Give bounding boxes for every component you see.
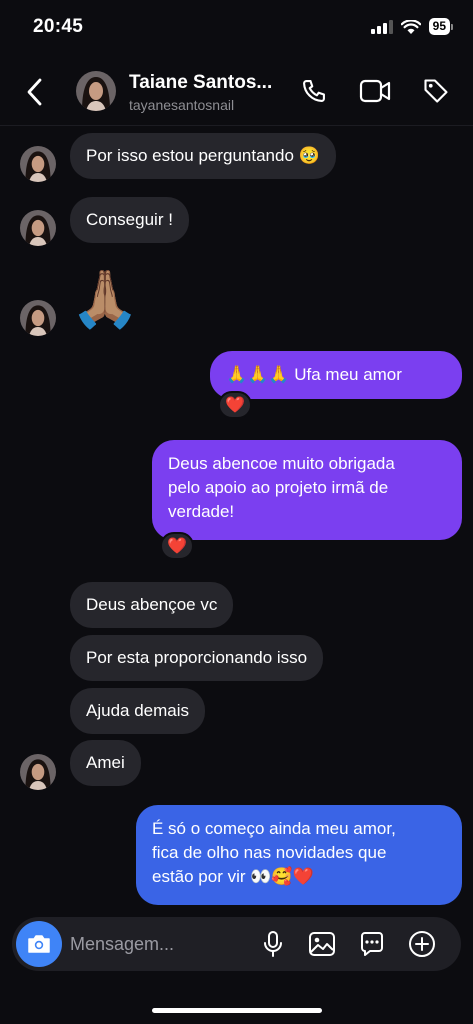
add-icon bbox=[409, 931, 435, 957]
contact-avatar-small[interactable] bbox=[20, 146, 56, 182]
battery-level: 95 bbox=[428, 18, 450, 35]
message-text-line: verdade! bbox=[168, 502, 235, 521]
message-text: Deus abençoe vc bbox=[86, 595, 218, 614]
incoming-message[interactable]: Conseguir ! bbox=[70, 197, 189, 243]
incoming-message[interactable]: Amei bbox=[70, 740, 141, 786]
contact-name[interactable]: Taiane Santos... bbox=[129, 72, 272, 94]
message-text-line: pelo apoio ao projeto irmã de bbox=[168, 478, 389, 497]
message-text: Por isso estou perguntando 🥹 bbox=[86, 146, 320, 165]
message-text-line: fica de olho nas novidades que bbox=[152, 843, 387, 862]
heart-reaction[interactable]: ❤️ bbox=[218, 391, 252, 419]
message-text: Ajuda demais bbox=[86, 701, 190, 720]
incoming-message[interactable]: Deus abençoe vc bbox=[70, 582, 234, 628]
sticker-icon bbox=[361, 932, 383, 956]
incoming-message[interactable]: Por esta proporcionando isso bbox=[70, 635, 324, 681]
home-indicator[interactable] bbox=[152, 1008, 322, 1013]
incoming-message[interactable]: Por isso estou perguntando 🥹 bbox=[70, 133, 336, 179]
chat-header: Taiane Santos... tayanesantosnail bbox=[0, 58, 473, 126]
video-call-button[interactable] bbox=[359, 75, 391, 107]
message-text-line: É só o começo ainda meu amor, bbox=[152, 819, 396, 838]
message-text: 🙏🙏🙏 Ufa meu amor bbox=[226, 365, 402, 384]
wifi-icon bbox=[400, 19, 421, 34]
contact-avatar-small[interactable] bbox=[20, 300, 56, 336]
contact-username[interactable]: tayanesantosnail bbox=[129, 97, 234, 113]
message-text: Amei bbox=[86, 753, 125, 772]
outgoing-message[interactable]: É só o começo ainda meu amor, fica de ol… bbox=[136, 805, 462, 905]
contact-avatar[interactable] bbox=[76, 71, 116, 111]
video-icon bbox=[359, 79, 391, 103]
message-text: Conseguir ! bbox=[86, 210, 173, 229]
microphone-icon bbox=[264, 931, 282, 957]
message-text-line: estão por vir 👀🥰❤️ bbox=[152, 867, 314, 886]
phone-icon bbox=[303, 80, 325, 102]
incoming-message[interactable]: Ajuda demais bbox=[70, 688, 206, 734]
back-button[interactable] bbox=[26, 76, 54, 108]
battery-icon: 95 bbox=[428, 18, 453, 35]
outgoing-message[interactable]: Deus abencoe muito obrigada pelo apoio a… bbox=[152, 440, 462, 540]
message-text-line: Deus abencoe muito obrigada bbox=[168, 454, 395, 473]
status-bar: 20:45 95 bbox=[0, 0, 473, 58]
camera-button[interactable] bbox=[16, 921, 62, 967]
signal-icon bbox=[370, 19, 393, 34]
camera-icon bbox=[28, 935, 50, 953]
incoming-emoji-message[interactable]: 🙏🏽 bbox=[70, 264, 140, 334]
contact-avatar-small[interactable] bbox=[20, 754, 56, 790]
gallery-button[interactable] bbox=[306, 928, 338, 960]
message-text: Por esta proporcionando isso bbox=[86, 648, 308, 667]
status-icons: 95 bbox=[370, 18, 453, 35]
add-button[interactable] bbox=[406, 928, 438, 960]
message-input[interactable] bbox=[70, 931, 250, 957]
heart-reaction[interactable]: ❤️ bbox=[160, 532, 194, 560]
label-button[interactable] bbox=[420, 75, 452, 107]
back-icon bbox=[27, 78, 42, 106]
gallery-icon bbox=[309, 932, 335, 956]
sticker-button[interactable] bbox=[356, 928, 388, 960]
voice-message-button[interactable] bbox=[257, 928, 289, 960]
contact-avatar-small[interactable] bbox=[20, 210, 56, 246]
call-button[interactable] bbox=[298, 75, 330, 107]
status-time: 20:45 bbox=[33, 16, 84, 37]
outgoing-message[interactable]: 🙏🙏🙏 Ufa meu amor bbox=[210, 351, 462, 399]
message-composer bbox=[12, 917, 461, 971]
tag-icon bbox=[424, 79, 448, 103]
